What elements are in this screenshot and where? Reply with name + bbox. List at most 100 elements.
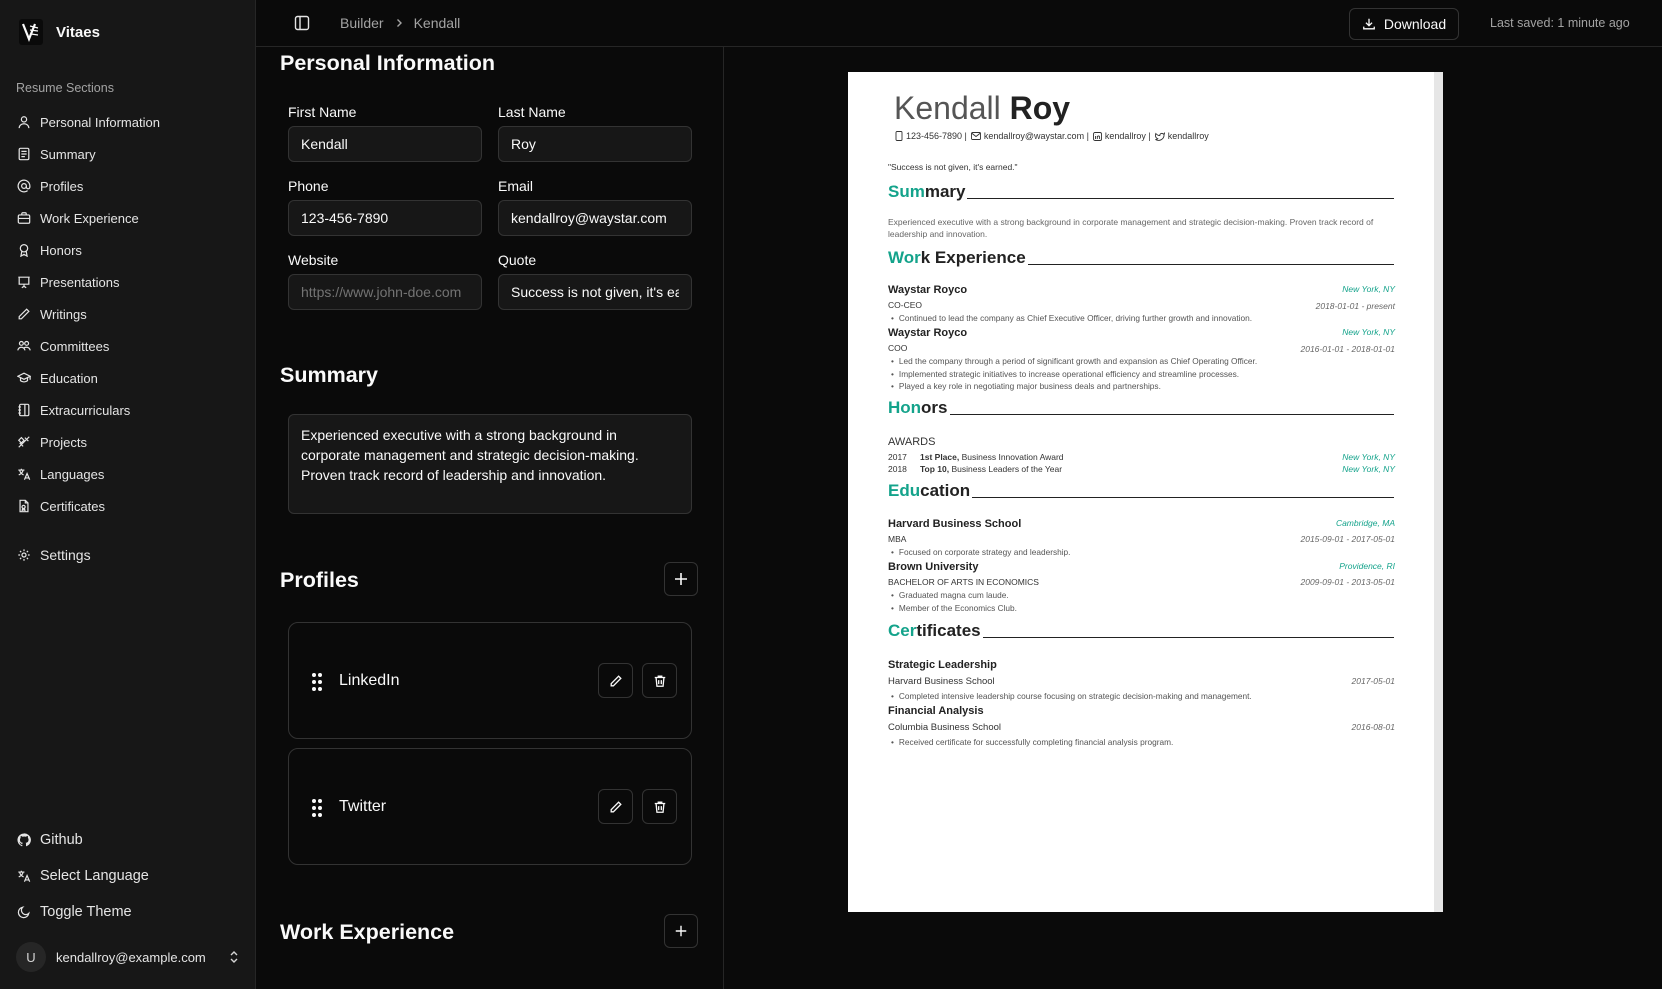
heading-accent: Cer: [888, 621, 917, 640]
certificate-issuer: Harvard Business School: [888, 676, 995, 687]
languages-icon: [18, 870, 31, 882]
email-field[interactable]: [498, 200, 692, 236]
sidebar-item-committees[interactable]: Committees: [0, 330, 256, 362]
heading-accent: Edu: [888, 481, 921, 500]
resume-preview-panel: Kendall Roy 123-456-7890 | kendallroy@wa…: [725, 47, 1662, 989]
drag-handle-icon[interactable]: [311, 672, 323, 692]
sidebar-item-projects[interactable]: Projects: [0, 426, 256, 458]
work-org: Waystar Royco: [888, 327, 968, 339]
sidebar-item-profiles[interactable]: Profiles: [0, 170, 256, 202]
sidebar-item-languages[interactable]: Languages: [0, 458, 256, 490]
download-button[interactable]: Download: [1349, 8, 1459, 40]
heading-rule: [982, 637, 1394, 638]
phone-field[interactable]: [288, 200, 482, 236]
quote-label: Quote: [498, 252, 537, 268]
education-degree: MBA: [888, 534, 907, 544]
website-field[interactable]: [288, 274, 482, 310]
honor-year: 2018: [888, 464, 907, 474]
sidebar-item-presentations[interactable]: Presentations: [0, 266, 256, 298]
sidebar-item-settings[interactable]: Settings: [17, 547, 91, 563]
resume-twitter-text: kendallroy: [1167, 131, 1209, 141]
first-name-field[interactable]: [288, 126, 482, 162]
honor-title: Business Leaders of the Year: [951, 464, 1063, 474]
presentation-icon: [18, 276, 30, 289]
breadcrumb-current: Kendall: [413, 15, 461, 31]
work-bullet: Led the company through a period of sign…: [891, 356, 1257, 366]
sidebar-item-certificates[interactable]: Certificates: [0, 490, 256, 522]
certificate-date: 2017-05-01: [1351, 676, 1395, 686]
quote-field[interactable]: [498, 274, 692, 310]
sidebar-item-label: Extracurriculars: [40, 402, 131, 418]
brand[interactable]: Vitaes: [18, 19, 100, 45]
education-bullet: Graduated magna cum laude.: [891, 590, 1009, 600]
summary-textarea[interactable]: Experienced executive with a strong back…: [288, 414, 692, 514]
sidebar-toggle-icon[interactable]: [294, 15, 310, 31]
sidebar-item-work-experience[interactable]: Work Experience: [0, 202, 256, 234]
profile-card-linkedin: LinkedIn: [288, 622, 692, 739]
heading-rest: k Experience: [920, 248, 1026, 267]
add-profile-button[interactable]: [664, 562, 698, 596]
work-location: New York, NY: [1342, 327, 1395, 337]
toggle-theme-label: Toggle Theme: [40, 904, 132, 920]
edit-profile-button[interactable]: [598, 789, 633, 824]
work-location: New York, NY: [1342, 284, 1395, 294]
app-name: Vitaes: [56, 23, 100, 41]
sidebar-item-label: Summary: [40, 146, 96, 162]
resume-linkedin-text: kendallroy |: [1104, 131, 1151, 141]
education-dates: 2015-09-01 - 2017-05-01: [1300, 534, 1395, 544]
sidebar-item-label: Work Experience: [40, 210, 139, 226]
sidebar-item-extracurriculars[interactable]: Extracurriculars: [0, 394, 256, 426]
sidebar-item-honors[interactable]: Honors: [0, 234, 256, 266]
resume-email: kendallroy@waystar.com |: [970, 131, 1089, 141]
drag-handle-icon[interactable]: [311, 798, 323, 818]
resume-summary-heading: Sum mary: [888, 182, 1394, 202]
heading-accent: Wor: [888, 248, 921, 267]
page-edge: [1434, 72, 1443, 912]
github-link[interactable]: Github: [17, 832, 83, 848]
users-icon: [17, 340, 31, 351]
sidebar-item-education[interactable]: Education: [0, 362, 256, 394]
honor-year: 2017: [888, 452, 907, 462]
breadcrumb-builder[interactable]: Builder: [340, 15, 384, 31]
education-school: Harvard Business School: [888, 518, 1022, 530]
phone-label: Phone: [288, 178, 329, 194]
heading-rule: [967, 198, 1394, 199]
work-bullet: Continued to lead the company as Chief E…: [891, 313, 1252, 323]
last-saved-status: Last saved: 1 minute ago: [1490, 16, 1630, 30]
heading-rule: [949, 414, 1394, 415]
resume-phone: 123-456-7890 |: [895, 131, 967, 141]
heading-rule: [1027, 264, 1394, 265]
sidebar-item-writings[interactable]: Writings: [0, 298, 256, 330]
github-icon: [17, 833, 31, 847]
mail-icon: [970, 132, 981, 140]
sidebar: Vitaes Resume Sections Personal Informat…: [0, 0, 256, 989]
user-menu[interactable]: U kendallroy@example.com: [16, 941, 240, 973]
resume-work-heading: Wor k Experience: [888, 248, 1394, 268]
work-org: Waystar Royco: [888, 284, 968, 296]
website-label: Website: [288, 252, 339, 268]
select-language-button[interactable]: Select Language: [17, 868, 149, 884]
resume-sections-label: Resume Sections: [16, 81, 114, 95]
sidebar-item-label: Committees: [40, 338, 110, 354]
email-label: Email: [498, 178, 534, 194]
sidebar-item-personal-information[interactable]: Personal Information: [0, 106, 256, 138]
toggle-theme-button[interactable]: Toggle Theme: [17, 904, 132, 920]
notebook-icon: [18, 403, 30, 417]
last-name-label: Last Name: [498, 104, 566, 120]
sidebar-item-summary[interactable]: Summary: [0, 138, 256, 170]
work-role: COO: [888, 343, 908, 353]
add-work-experience-button[interactable]: [664, 914, 698, 948]
certificate-bullet: Received certificate for successfully co…: [891, 737, 1173, 747]
trash-icon: [654, 801, 665, 813]
last-name-field[interactable]: [498, 126, 692, 162]
certificate-name: Strategic Leadership: [888, 659, 997, 671]
certificate-date: 2016-08-01: [1351, 722, 1395, 732]
heading-rest: mary: [924, 182, 966, 201]
pen-icon: [18, 308, 30, 320]
profile-name: Twitter: [339, 798, 387, 815]
delete-profile-button[interactable]: [642, 789, 677, 824]
edit-profile-button[interactable]: [598, 663, 633, 698]
heading-accent: Sum: [888, 182, 925, 201]
delete-profile-button[interactable]: [642, 663, 677, 698]
heading-accent: Hon: [888, 398, 922, 417]
